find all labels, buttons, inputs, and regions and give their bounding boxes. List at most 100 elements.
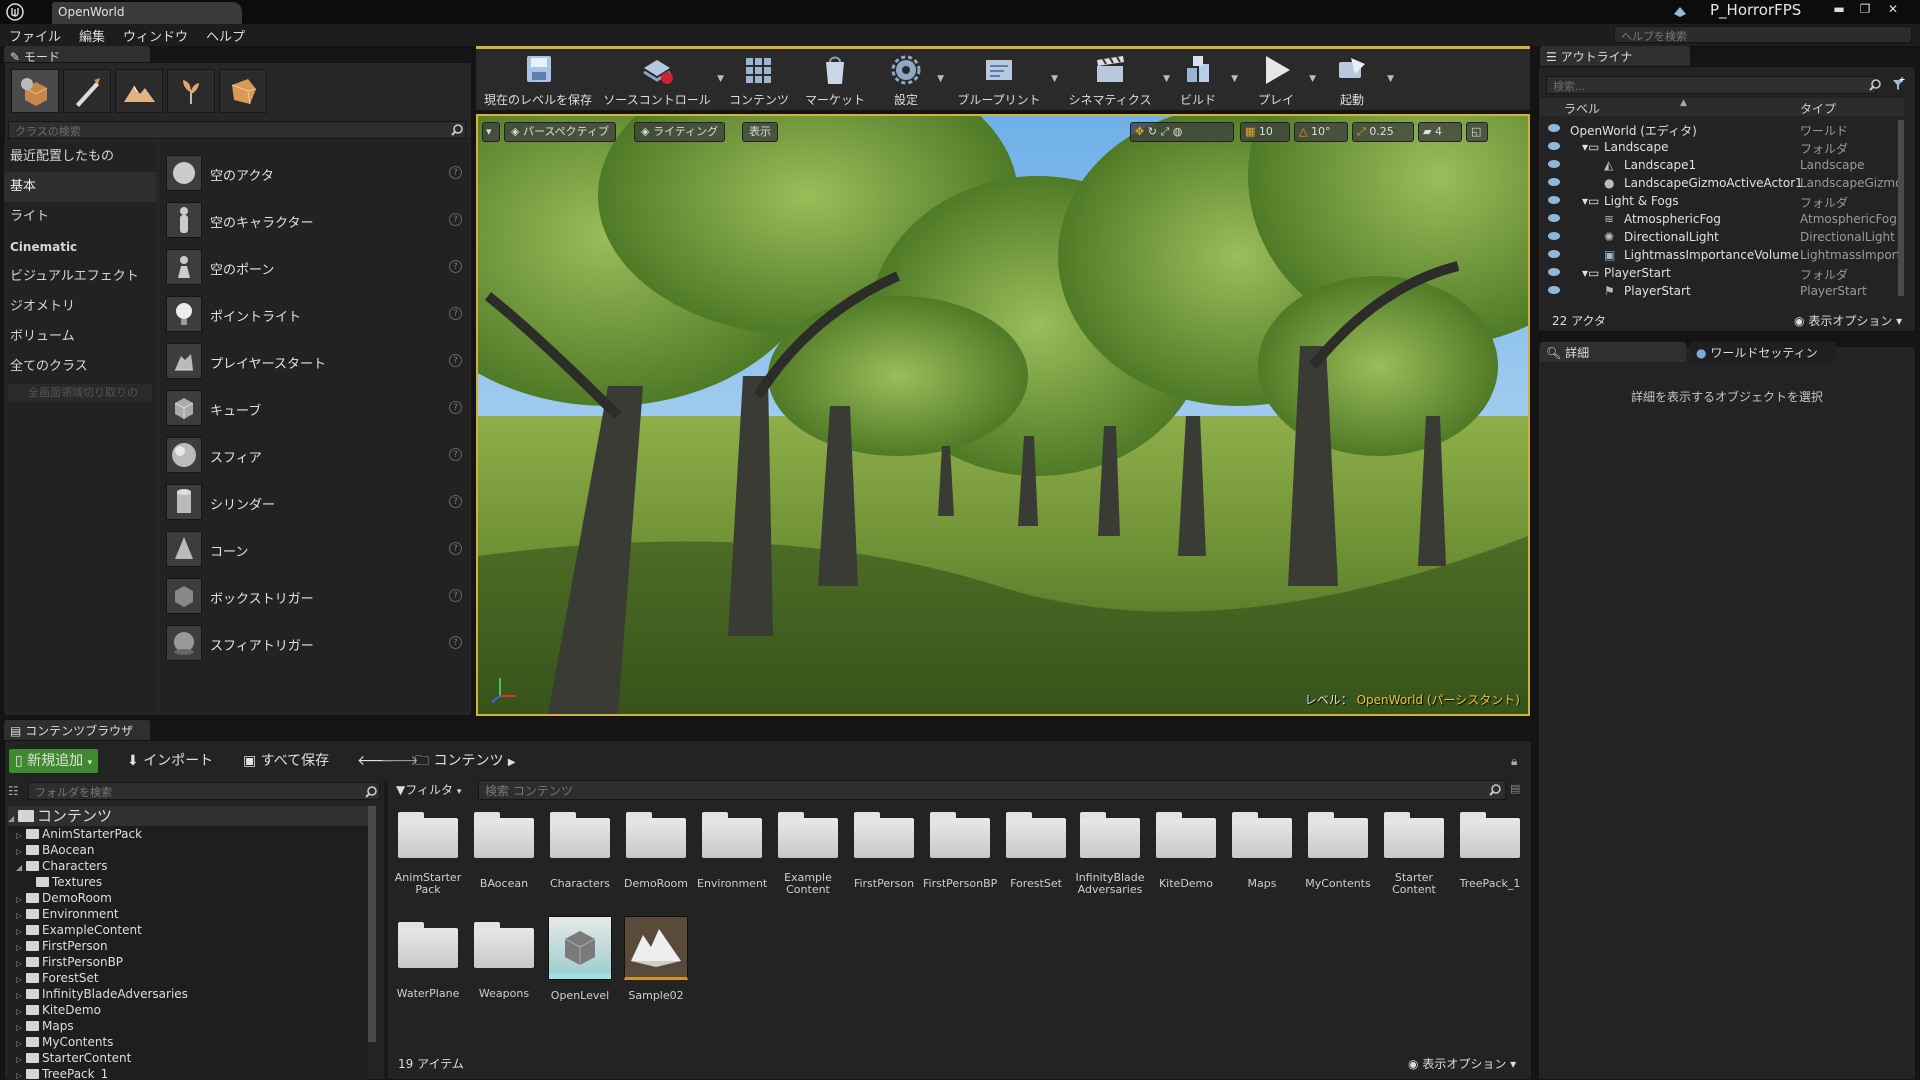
outliner-row[interactable]: ● LandscapeGizmoActiveActor1 LandscapeGizm… <box>1540 174 1904 192</box>
outliner-view-options[interactable]: ◉ 表示オプション ▾ <box>1794 312 1902 329</box>
asset-folder[interactable]: FirstPerson <box>849 812 919 890</box>
asset-landscape[interactable]: Sample02 <box>621 916 691 1002</box>
asset-folder[interactable]: InfinityBlade Adversaries <box>1074 812 1146 896</box>
actor-item-cone[interactable]: コーン? <box>164 528 466 570</box>
chevron-down-icon[interactable]: ▼ <box>1163 74 1170 84</box>
tree-item[interactable]: ▷ ExampleContent <box>8 922 368 938</box>
asset-folder[interactable]: BAocean <box>469 812 539 890</box>
asset-folder[interactable]: Example Content <box>773 812 843 896</box>
category-visual-effects[interactable]: ビジュアルエフェクト <box>4 262 156 292</box>
landscape-mode-button[interactable] <box>115 69 163 113</box>
actor-item-cylinder[interactable]: シリンダー? <box>164 481 466 523</box>
actor-item-player-start[interactable]: プレイヤースタート? <box>164 340 466 382</box>
outliner-row[interactable]: ▾▭ Landscape フォルダ <box>1540 138 1904 156</box>
launch-button[interactable]: 起動 ▼ <box>1322 52 1394 110</box>
tab-content-browser[interactable]: ▤ コンテンツブラウザ <box>4 720 150 740</box>
asset-level[interactable]: OpenLevel <box>545 916 615 1002</box>
geometry-mode-button[interactable] <box>219 69 267 113</box>
outliner-row[interactable]: ⚑ PlayerStart PlayerStart <box>1540 282 1904 300</box>
asset-folder[interactable]: Weapons <box>469 922 539 1000</box>
marketplace-button[interactable]: マーケット <box>802 52 868 110</box>
tree-item[interactable]: Textures <box>8 874 368 890</box>
eye-icon[interactable] <box>1548 268 1560 276</box>
save-search-icon[interactable]: ▤ <box>1510 782 1524 796</box>
asset-folder[interactable]: ForestSet <box>1001 812 1071 890</box>
scale-icon[interactable]: ⤢ <box>1160 125 1169 138</box>
asset-folder[interactable]: KiteDemo <box>1151 812 1221 890</box>
asset-folder[interactable]: Maps <box>1227 812 1297 890</box>
rotation-snap-button[interactable]: △ 10° <box>1294 122 1348 142</box>
chevron-down-icon[interactable]: ▼ <box>717 74 724 84</box>
help-icon[interactable]: ? <box>449 260 462 273</box>
folder-search-input[interactable]: フォルダを検索 <box>28 782 380 800</box>
actor-item-point-light[interactable]: ポイントライト? <box>164 293 466 335</box>
translate-icon[interactable]: ✥ <box>1135 125 1144 138</box>
tree-item[interactable]: ▷ KiteDemo <box>8 1002 368 1018</box>
actor-item-box-trigger[interactable]: ボックストリガー? <box>164 575 466 617</box>
eye-icon[interactable] <box>1548 232 1560 240</box>
eye-icon[interactable] <box>1548 178 1560 186</box>
import-button[interactable]: ⬇ インポート <box>121 749 219 773</box>
tree-item[interactable]: ▷ InfinityBladeAdversaries <box>8 986 368 1002</box>
asset-folder[interactable]: FirstPersonBP <box>923 812 997 890</box>
unreal-logo-icon[interactable] <box>6 3 24 21</box>
world-space-icon[interactable]: ◍ <box>1173 125 1183 138</box>
paint-mode-button[interactable] <box>63 69 111 113</box>
cinematics-button[interactable]: シネマティクス ▼ <box>1062 52 1170 110</box>
panel-splitter[interactable] <box>384 780 388 1080</box>
help-icon[interactable]: ? <box>449 166 462 179</box>
category-basic[interactable]: 基本 <box>4 172 156 202</box>
category-recent[interactable]: 最近配置したもの <box>4 142 156 172</box>
level-viewport[interactable]: ▾ ◈ パースペクティブ ◈ ライティング 表示 ✥ ↻ ⤢ ◍ ▦ 10 △ … <box>476 114 1530 716</box>
close-button[interactable]: ✕ <box>1880 0 1906 18</box>
category-lights[interactable]: ライト <box>4 202 156 232</box>
tree-item[interactable]: ▷ StarterContent <box>8 1050 368 1066</box>
menu-help[interactable]: ヘルプ <box>197 24 254 47</box>
actor-item-cube[interactable]: キューブ? <box>164 387 466 429</box>
category-cinematic[interactable]: Cinematic <box>4 232 156 262</box>
tree-item[interactable]: ▷ ForestSet <box>8 970 368 986</box>
outliner-row[interactable]: ◭ Landscape1 Landscape <box>1540 156 1904 174</box>
content-search-input[interactable]: 検索 コンテンツ <box>478 780 1506 800</box>
chevron-down-icon[interactable]: ▼ <box>1231 74 1238 84</box>
tree-item[interactable]: ◢ Characters <box>8 858 368 874</box>
tab-world-settings[interactable]: ● ワールドセッティン <box>1690 342 1836 362</box>
eye-icon[interactable] <box>1548 124 1560 132</box>
eye-icon[interactable] <box>1548 160 1560 168</box>
column-label[interactable]: ラベル <box>1564 100 1600 117</box>
help-icon[interactable]: ? <box>449 495 462 508</box>
camera-speed-button[interactable]: ▰ 4 <box>1418 122 1462 142</box>
tree-item[interactable]: ▷ TreePack_1 <box>8 1066 368 1080</box>
tree-item[interactable]: ▷ MyContents <box>8 1034 368 1050</box>
outliner-row[interactable]: ▾▭ PlayerStart フォルダ <box>1540 264 1904 282</box>
source-control-icon[interactable] <box>1672 4 1688 20</box>
tree-item[interactable]: ▷ AnimStarterPack <box>8 826 368 842</box>
asset-folder[interactable]: Environment <box>697 812 767 890</box>
help-icon[interactable]: ? <box>449 354 462 367</box>
asset-folder[interactable]: Starter Content <box>1379 812 1449 896</box>
add-filter-icon[interactable] <box>1890 76 1906 92</box>
place-mode-button[interactable] <box>11 69 59 113</box>
help-icon[interactable]: ? <box>449 213 462 226</box>
restore-button[interactable]: ❐ <box>1852 0 1878 18</box>
save-all-button[interactable]: ▣ すべて保存 <box>237 749 335 773</box>
outliner-row[interactable]: ▣ LightmassImportanceVolume LightmassImpor… <box>1540 246 1904 264</box>
build-button[interactable]: ビルド ▼ <box>1170 52 1238 110</box>
help-icon[interactable]: ? <box>449 636 462 649</box>
column-type[interactable]: タイプ <box>1800 100 1836 117</box>
asset-folder[interactable]: WaterPlane <box>393 922 463 1000</box>
scale-snap-button[interactable]: ⤢ 0.25 <box>1352 122 1414 142</box>
outliner-row[interactable]: ▾▭ Light & Fogs フォルダ <box>1540 192 1904 210</box>
help-icon[interactable]: ? <box>449 307 462 320</box>
perspective-button[interactable]: ◈ パースペクティブ <box>504 122 616 142</box>
asset-folder[interactable]: Characters <box>545 812 615 890</box>
level-name[interactable]: OpenWorld (パーシスタント) <box>1357 693 1520 707</box>
actor-item-sphere[interactable]: スフィア? <box>164 434 466 476</box>
asset-folder[interactable]: MyContents <box>1303 812 1373 890</box>
chevron-down-icon[interactable]: ▼ <box>1309 74 1316 84</box>
tree-scrollbar[interactable] <box>368 806 376 1042</box>
show-button[interactable]: 表示 <box>742 122 778 142</box>
outliner-row[interactable]: ✺ DirectionalLight DirectionalLight <box>1540 228 1904 246</box>
lock-icon[interactable]: 🔒︎ <box>1505 749 1523 773</box>
asset-folder[interactable]: TreePack_1 <box>1453 812 1527 890</box>
